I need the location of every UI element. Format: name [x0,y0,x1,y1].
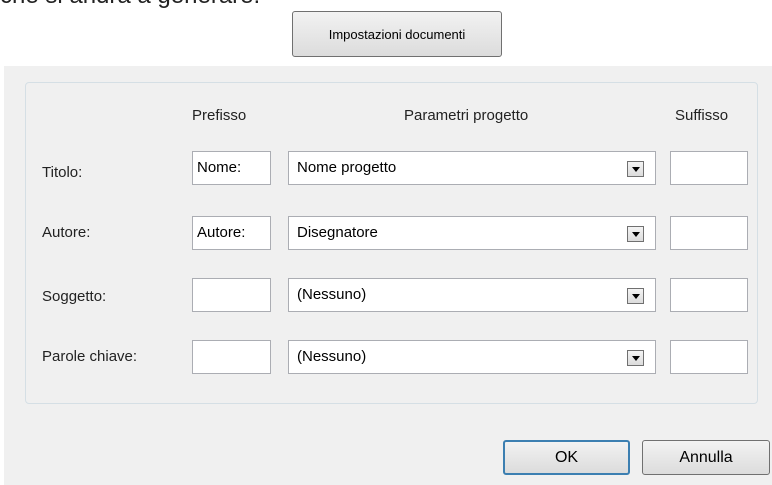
label-title: Titolo: [42,164,83,181]
param-select-subject-value: (Nessuno) [297,286,367,303]
suffix-field-keywords[interactable] [670,340,748,374]
suffix-field-subject[interactable] [670,278,748,312]
chevron-down-icon[interactable] [627,288,644,304]
param-select-author-value: Disegnatore [297,224,378,241]
header-suffix: Suffisso [675,107,729,124]
param-select-keywords[interactable]: (Nessuno) [288,340,656,374]
label-subject: Soggetto: [42,288,107,305]
suffix-field-title[interactable] [670,151,748,185]
label-keywords: Parole chiave: [42,348,138,365]
cancel-button[interactable]: Annulla [642,440,770,475]
param-select-title-value: Nome progetto [297,159,397,176]
header-prefix: Prefisso [192,107,247,124]
param-select-subject[interactable]: (Nessuno) [288,278,656,312]
prefix-field-author[interactable]: Autore: [192,216,271,250]
header-project-params: Parametri progetto [404,107,529,124]
suffix-field-author[interactable] [670,216,748,250]
chevron-down-icon[interactable] [627,226,644,242]
param-select-title[interactable]: Nome progetto [288,151,656,185]
chevron-down-icon[interactable] [627,161,644,177]
dialog: Prefisso Parametri progetto Suffisso Tit… [4,66,772,485]
param-select-keywords-value: (Nessuno) [297,348,367,365]
chevron-down-icon[interactable] [627,350,644,366]
prefix-field-subject[interactable] [192,278,271,312]
clipped-text: che si andrà a generare. [0,0,260,10]
document-settings-button[interactable]: Impostazioni documenti [292,11,502,57]
prefix-field-title[interactable]: Nome: [192,151,271,185]
param-select-author[interactable]: Disegnatore [288,216,656,250]
label-author: Autore: [42,224,91,241]
ok-button[interactable]: OK [503,440,630,475]
prefix-field-keywords[interactable] [192,340,271,374]
